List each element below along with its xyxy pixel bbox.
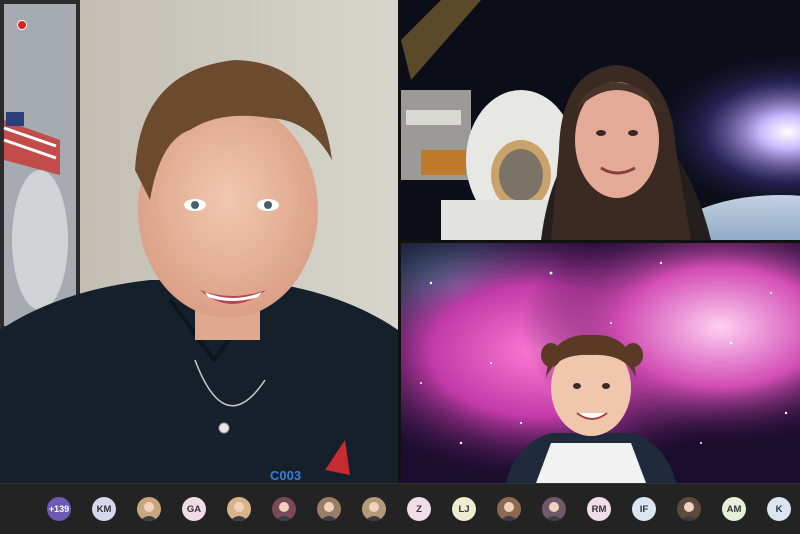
participant-overflow-count[interactable]: +139 (47, 497, 71, 521)
participant-avatar-photo[interactable] (497, 497, 521, 521)
participant-avatar-initials[interactable]: GA (182, 497, 206, 521)
person-photo-icon (545, 502, 563, 521)
person-photo-icon (365, 502, 383, 521)
person-photo-icon (680, 502, 698, 521)
person-photo-icon (500, 502, 518, 521)
participant-avatar-photo[interactable] (317, 497, 341, 521)
person-photo-icon (275, 502, 293, 521)
participant-avatar-initials[interactable]: RM (587, 497, 611, 521)
person-photo-icon (230, 502, 248, 521)
participant-avatar-photo[interactable] (542, 497, 566, 521)
participant-video-feed: C003 (0, 0, 398, 483)
participant-avatar-initials[interactable]: KM (92, 497, 116, 521)
participant-avatar-photo[interactable] (677, 497, 701, 521)
participant-avatar-initials[interactable]: K (767, 497, 791, 521)
participant-avatar-initials[interactable]: Z (407, 497, 431, 521)
video-tile-participant-space-background[interactable] (401, 0, 800, 240)
person-photo-icon (140, 502, 158, 521)
recording-indicator-icon (17, 20, 27, 30)
video-grid: C003 (0, 0, 800, 483)
participant-avatar-photo[interactable] (227, 497, 251, 521)
participant-roster: +139 KM GA Z LJ RM IF AM K (0, 483, 800, 534)
svg-text:C003: C003 (270, 468, 301, 483)
participant-video-feed (401, 243, 800, 483)
participant-avatar-photo[interactable] (362, 497, 386, 521)
participant-avatar-photo[interactable] (272, 497, 296, 521)
person-photo-icon (320, 502, 338, 521)
participant-avatar-photo[interactable] (137, 497, 161, 521)
participant-avatar-initials[interactable]: IF (632, 497, 656, 521)
participant-avatar-initials[interactable]: LJ (452, 497, 476, 521)
participant-avatar-initials[interactable]: AM (722, 497, 746, 521)
video-tile-participant-nebula-background[interactable] (401, 243, 800, 483)
participant-video-feed (401, 0, 800, 240)
video-tile-main-speaker[interactable]: C003 (0, 0, 398, 483)
